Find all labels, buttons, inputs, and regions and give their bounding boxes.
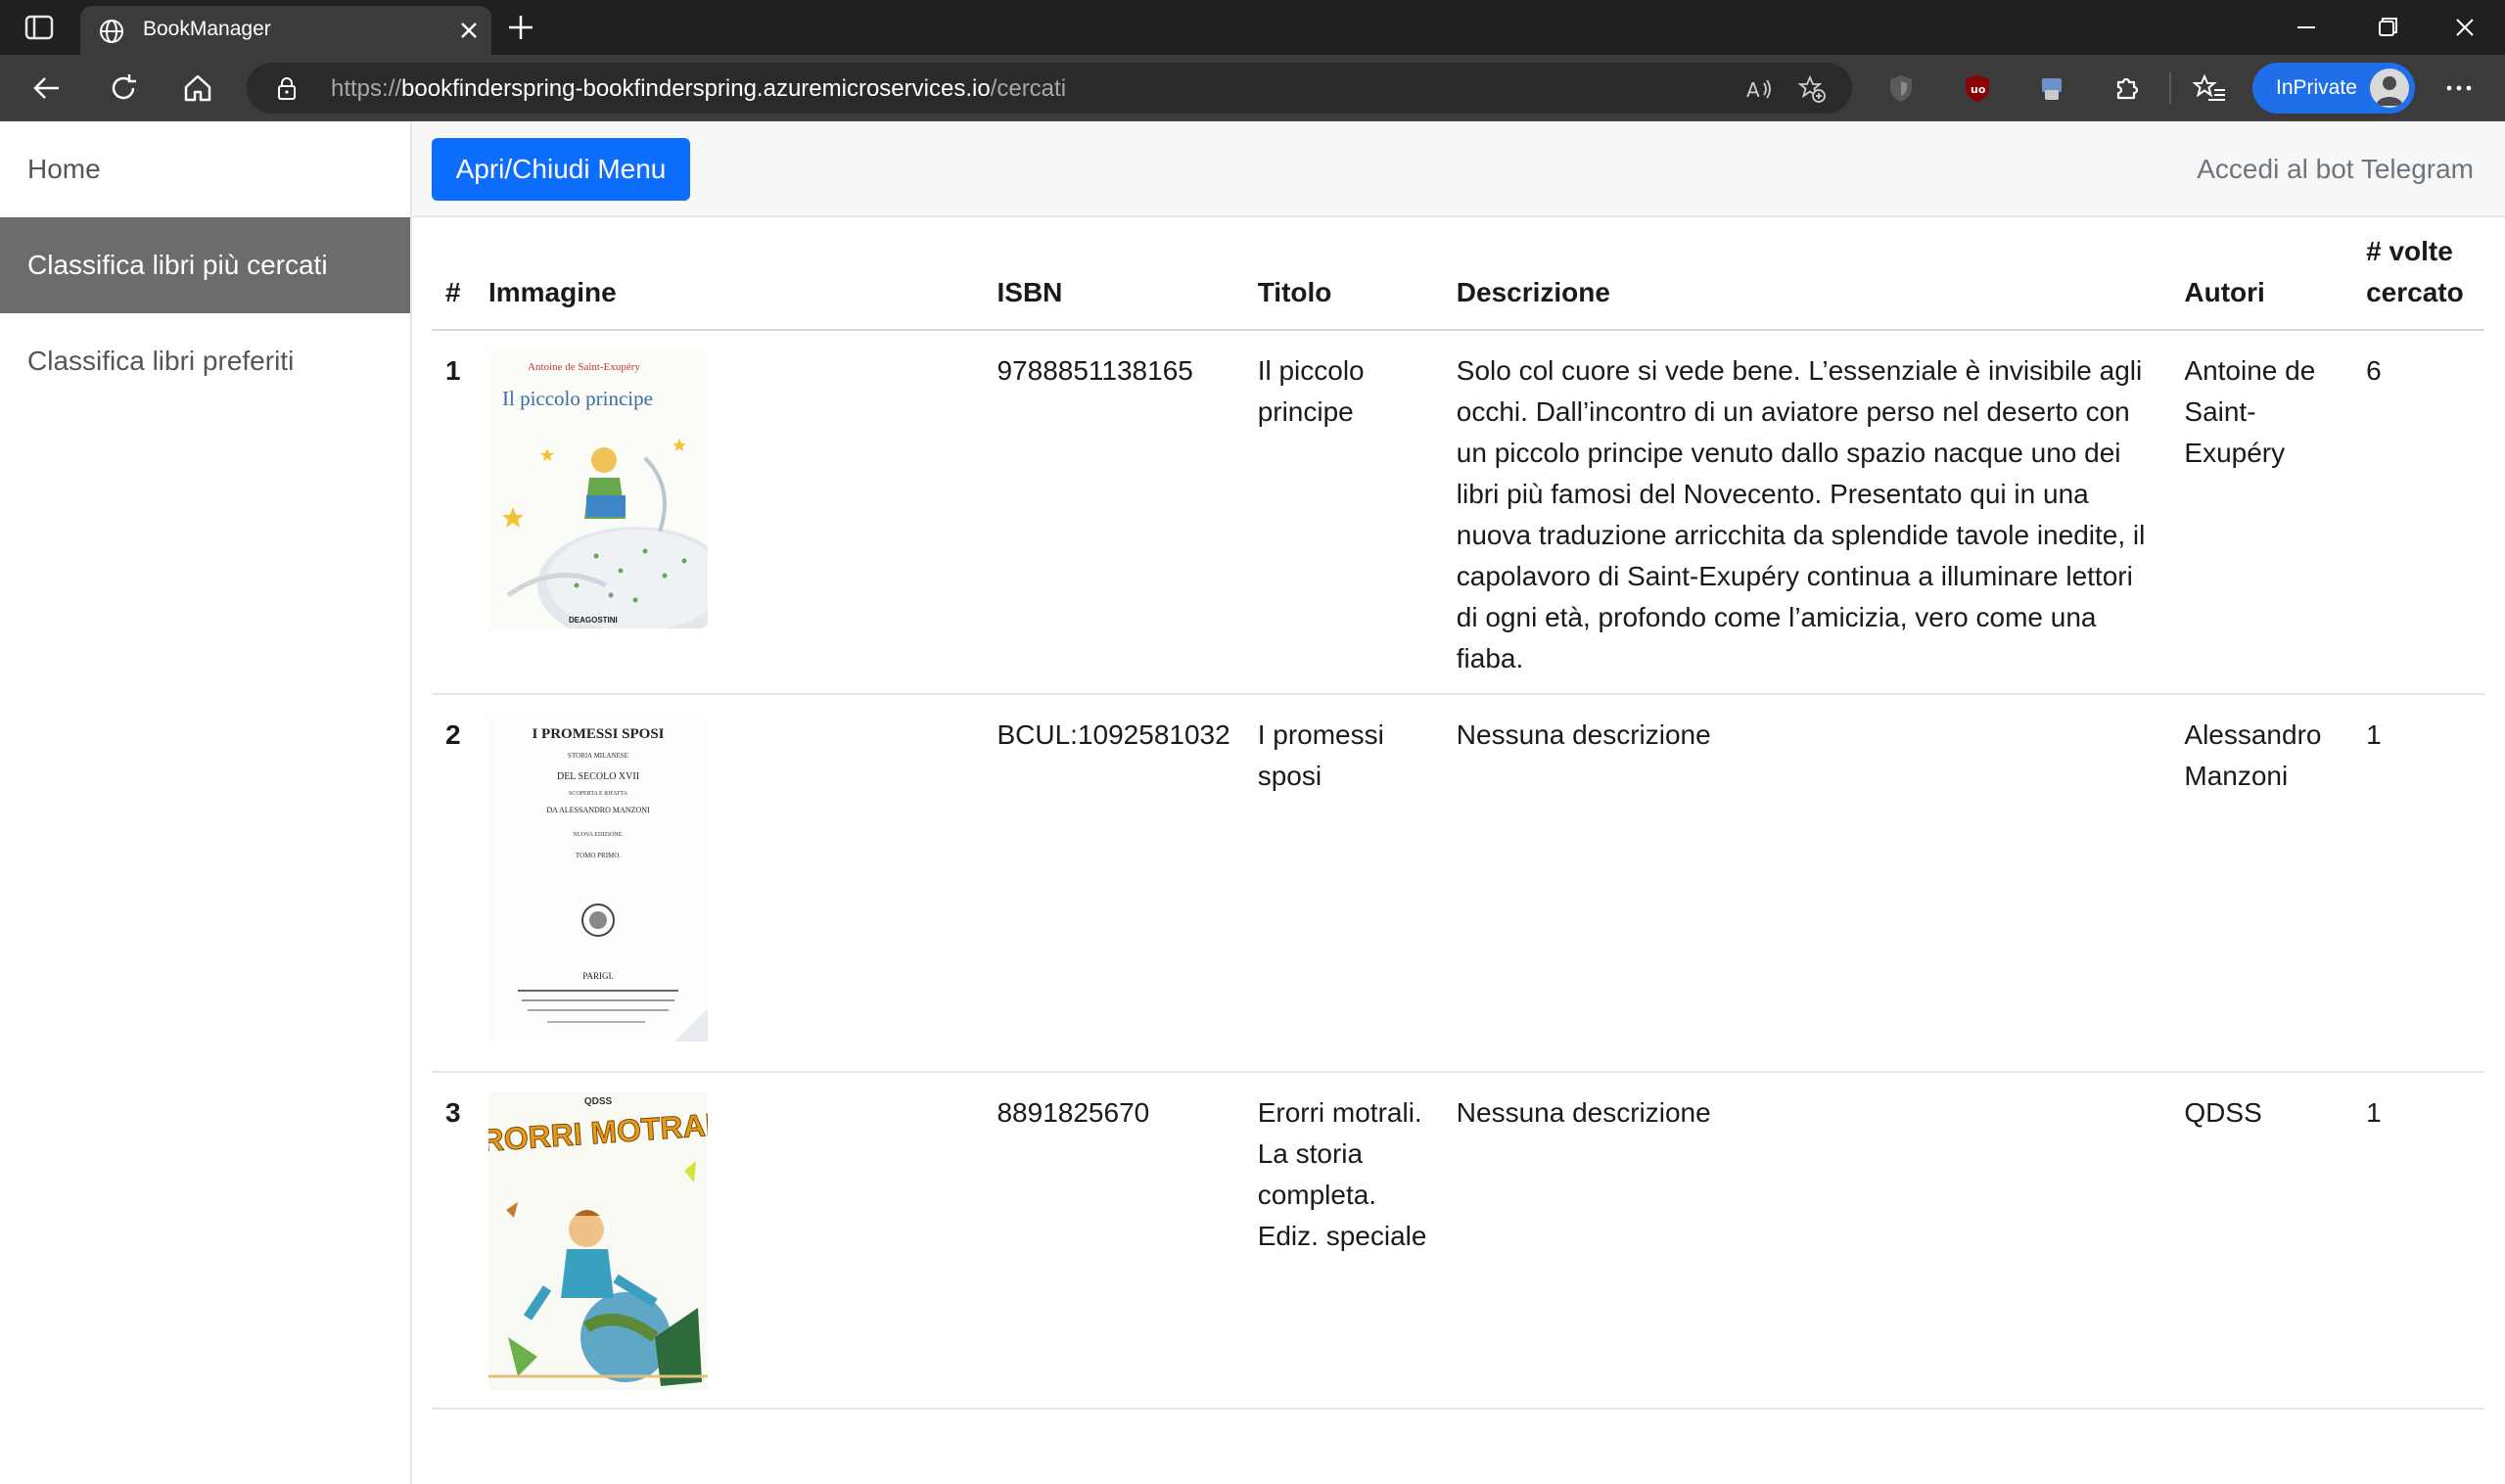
times-searched-cell: 6 [2352, 330, 2484, 695]
image-cell: QDSS ERORRI MOTRALI [474, 1072, 984, 1410]
description-cell: Solo col cuore si vede bene. L’essenzial… [1442, 330, 2171, 695]
globe-icon [100, 20, 123, 43]
telegram-bot-link[interactable]: Accedi al bot Telegram [2197, 154, 2474, 185]
back-icon[interactable] [29, 70, 65, 106]
rank-cell: 3 [432, 1072, 475, 1410]
isbn-cell: 9788851138165 [983, 330, 1244, 695]
title-cell: Erorri motrali. La storia completa. Ediz… [1243, 1072, 1443, 1410]
close-tab-icon[interactable] [456, 18, 482, 43]
avatar [2370, 69, 2409, 108]
cover-line-text: DEL SECOLO XVII [557, 771, 639, 782]
cover-line-text: SCOPERTA E RIFATTA [569, 791, 628, 797]
table-row: 1 Antoine de Saint-Exupéry Il piccolo pr… [432, 330, 2484, 695]
address-bar[interactable]: https://bookfinderspring-bookfindersprin… [247, 63, 1852, 114]
browser-tab[interactable]: BookManager [80, 6, 491, 55]
description-cell: Nessuna descrizione [1442, 1072, 2171, 1410]
extension-puzzle-color-icon[interactable] [2034, 70, 2069, 106]
rank-cell: 1 [432, 330, 475, 695]
minimize-icon[interactable] [2289, 12, 2324, 43]
cover-title-text: Il piccolo principe [502, 387, 653, 410]
title-cell: Il piccolo principe [1243, 330, 1443, 695]
refresh-icon[interactable] [106, 70, 141, 106]
book-cover-image: I PROMESSI SPOSI STORIA MILANESE DEL SEC… [487, 715, 708, 1042]
shield-extension-icon[interactable] [1883, 70, 1919, 106]
cover-line-text: PARIGI. [582, 971, 613, 981]
favorites-icon[interactable] [2193, 70, 2228, 106]
image-cell: Antoine de Saint-Exupéry Il piccolo prin… [474, 330, 984, 695]
isbn-cell: 8891825670 [983, 1072, 1244, 1410]
image-cell: I PROMESSI SPOSI STORIA MILANESE DEL SEC… [474, 694, 984, 1073]
column-header-authors: Autori [2170, 217, 2353, 331]
person-icon [2376, 76, 2403, 106]
extensions-icon[interactable] [2109, 70, 2144, 106]
toolbar-divider [2169, 72, 2171, 104]
cover-line-text: STORIA MILANESE [568, 752, 628, 760]
table-row: 2 I PROMESSI SPOSI STORIA MILANESE DEL S… [432, 694, 2484, 1073]
url-scheme: https:// [331, 75, 402, 102]
column-header-title: Titolo [1243, 217, 1443, 331]
column-header-rank: # [432, 217, 475, 331]
tab-actions-icon[interactable] [23, 14, 55, 41]
tab-title: BookManager [143, 18, 271, 40]
most-searched-books-table: # Immagine ISBN Titolo Descrizione Autor… [432, 217, 2484, 1410]
top-navbar: Apri/Chiudi Menu Accedi al bot Telegram [412, 121, 2505, 217]
table-header-row: # Immagine ISBN Titolo Descrizione Autor… [432, 217, 2484, 331]
cover-author-text: Antoine de Saint-Exupéry [528, 361, 640, 373]
sidebar-item-home[interactable]: Home [0, 121, 410, 217]
add-favorite-icon[interactable] [1797, 74, 1827, 104]
svg-text:A: A [1746, 78, 1760, 102]
table-row: 3 QDSS ERORRI MOTRALI 8891825670 Erorri … [432, 1072, 2484, 1410]
url-text[interactable]: https://bookfinderspring-bookfindersprin… [331, 75, 1066, 103]
inprivate-button[interactable]: InPrivate [2252, 63, 2415, 114]
book-cover-image: Antoine de Saint-Exupéry Il piccolo prin… [487, 350, 708, 628]
column-header-image: Immagine [474, 217, 984, 331]
home-icon[interactable] [180, 70, 215, 106]
url-path: /cercati [990, 75, 1067, 102]
inprivate-label: InPrivate [2276, 76, 2357, 99]
cover-line-text: TOMO PRIMO. [576, 852, 621, 859]
more-options-icon[interactable] [2441, 72, 2477, 104]
rank-cell: 2 [432, 694, 475, 1073]
sidebar: Home Classifica libri più cercati Classi… [0, 121, 412, 1484]
column-header-isbn: ISBN [983, 217, 1244, 331]
page-content: Home Classifica libri più cercati Classi… [0, 121, 2505, 1484]
authors-cell: Alessandro Manzoni [2170, 694, 2353, 1073]
browser-toolbar: https://bookfinderspring-bookfindersprin… [0, 55, 2505, 121]
close-window-icon[interactable] [2447, 12, 2482, 43]
authors-cell: Antoine de Saint-Exupéry [2170, 330, 2353, 695]
isbn-cell: BCUL:1092581032 [983, 694, 1244, 1073]
column-header-times-searched: # volte cercato [2352, 217, 2484, 331]
books-table-container: # Immagine ISBN Titolo Descrizione Autor… [432, 217, 2484, 1410]
toggle-menu-button[interactable]: Apri/Chiudi Menu [432, 138, 690, 201]
description-cell: Nessuna descrizione [1442, 694, 2171, 1073]
lock-icon[interactable] [274, 75, 300, 101]
cover-publisher-text: DEAGOSTINI [569, 616, 618, 625]
cover-title-text: I PROMESSI SPOSI [532, 726, 664, 742]
authors-cell: QDSS [2170, 1072, 2353, 1410]
times-searched-cell: 1 [2352, 1072, 2484, 1410]
browser-titlebar: BookManager [0, 0, 2505, 55]
book-cover-image: QDSS ERORRI MOTRALI [487, 1092, 708, 1390]
restore-icon[interactable] [2369, 12, 2404, 43]
cover-line-text: DA ALESSANDRO MANZONI [546, 806, 650, 814]
times-searched-cell: 1 [2352, 694, 2484, 1073]
ublock-icon[interactable]: uo [1960, 70, 1995, 106]
cover-line-text: NUOVA EDIZIONE. [573, 832, 624, 838]
cover-brand-text: QDSS [584, 1096, 613, 1107]
read-aloud-icon[interactable]: A [1744, 74, 1774, 104]
svg-text:uo: uo [1971, 83, 1986, 96]
title-cell: I promessi sposi [1243, 694, 1443, 1073]
url-host: bookfinderspring-bookfinderspring.azurem… [401, 75, 991, 102]
column-header-description: Descrizione [1442, 217, 2171, 331]
new-tab-icon[interactable] [505, 12, 536, 43]
sidebar-item-favorites[interactable]: Classifica libri preferiti [0, 313, 410, 409]
sidebar-item-most-searched[interactable]: Classifica libri più cercati [0, 217, 410, 313]
